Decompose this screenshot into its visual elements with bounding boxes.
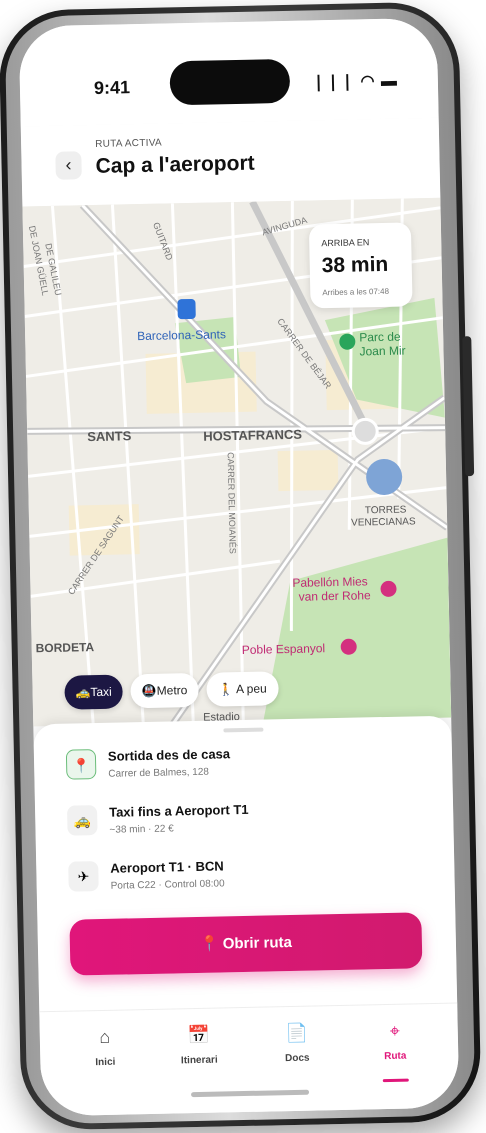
step-subtitle: Porta C22 · Control 08:00 <box>110 878 225 892</box>
map-label-moianes: CARRER DEL MOIANÉS <box>226 452 238 554</box>
tab-label: Ruta <box>384 1050 407 1063</box>
map-pin-icon: 📍 <box>65 749 97 780</box>
back-button[interactable]: ‹ <box>55 151 82 180</box>
tab-label: Itinerari <box>180 1054 218 1067</box>
map-label-pabellon-2[interactable]: van der Rohe <box>299 588 372 604</box>
active-tab-indicator <box>382 1078 409 1083</box>
location-pin-icon: ⌖ <box>389 1020 401 1041</box>
map-label-torres-2: VENECIANAS <box>351 516 416 528</box>
open-route-button[interactable]: 📍 Obrir ruta <box>69 912 423 976</box>
route-header: ‹ RUTA ACTIVA Cap a l'aeroport <box>20 117 441 207</box>
eta-label: ARRIBA EN <box>321 237 370 249</box>
tab-home[interactable]: ⌂ Inici <box>70 1026 141 1068</box>
system-icons: ❘❘❘ ◠ ▬ <box>311 72 399 92</box>
airplane-icon: ✈ <box>68 861 99 892</box>
page-title: Cap a l'aeroport <box>95 151 255 178</box>
dynamic-island <box>169 58 291 106</box>
bottom-tab-bar: ⌂ Inici 📅 Itinerari 📄 Docs ⌖ Ruta <box>39 1002 460 1117</box>
eta-card: ARRIBA EN 38 min Arribes a les 07:48 <box>308 222 413 309</box>
step-subtitle: Carrer de Balmes, 128 <box>108 766 210 780</box>
tab-label: Inici <box>95 1056 116 1069</box>
step-title: Aeroport T1 · BCN <box>110 858 224 876</box>
home-icon: ⌂ <box>99 1026 111 1048</box>
chip-walk[interactable]: 🚶 A peu <box>206 671 279 707</box>
taxi-icon: 🚕 <box>66 805 98 836</box>
chip-taxi[interactable]: 🚕Taxi <box>64 674 123 710</box>
step-subtitle: ~38 min · 22 € <box>109 823 174 836</box>
map-label-bordeta: BORDETA <box>36 640 95 655</box>
header-eyebrow: RUTA ACTIVA <box>95 137 163 150</box>
tab-label: Docs <box>284 1052 310 1065</box>
map-label-station[interactable]: Barcelona-Sants <box>137 327 226 343</box>
step-title: Sortida des de casa <box>107 746 231 764</box>
map-label-park-2[interactable]: Joan Mir <box>359 343 405 358</box>
phone-frame: 9:41 ❘❘❘ ◠ ▬ ‹ RUTA ACTIVA Cap a l'aerop… <box>0 1 482 1131</box>
chip-metro[interactable]: 🚇Metro <box>130 672 199 709</box>
app-screen: 9:41 ❘❘❘ ◠ ▬ ‹ RUTA ACTIVA Cap a l'aerop… <box>18 17 460 1117</box>
map-label-park[interactable]: Parc de <box>359 330 401 345</box>
tab-itinerary[interactable]: 📅 Itinerari <box>164 1024 235 1067</box>
status-time: 9:41 <box>93 77 131 98</box>
status-bar: 9:41 ❘❘❘ ◠ ▬ <box>18 17 439 127</box>
step-taxi[interactable]: 🚕 Taxi fins a Aeroport T1 ~38 min · 22 € <box>66 794 428 848</box>
map-label-hostafrancs: HOSTAFRANCS <box>203 427 302 444</box>
route-map[interactable]: Barcelona-Sants Parc de Joan Mir SANTS H… <box>22 197 452 727</box>
step-title: Taxi fins a Aeroport T1 <box>108 801 249 820</box>
sheet-grabber[interactable] <box>223 727 264 733</box>
map-label-sants: SANTS <box>87 428 132 444</box>
document-icon: 📄 <box>285 1022 309 1044</box>
tab-route[interactable]: ⌖ Ruta <box>360 1020 431 1083</box>
step-start[interactable]: 📍 Sortida des de casa Carrer de Balmes, … <box>65 738 427 792</box>
open-route-label: 📍 Obrir ruta <box>199 933 293 953</box>
eta-arrival: Arribes a les 07:48 <box>322 286 390 298</box>
tab-docs[interactable]: 📄 Docs <box>262 1022 333 1064</box>
eta-value: 38 min <box>321 252 389 278</box>
calendar-icon: 📅 <box>187 1024 211 1046</box>
map-label-torres-1: TORRES <box>365 504 407 516</box>
home-indicator[interactable] <box>191 1089 310 1098</box>
side-button <box>462 336 475 477</box>
map-label-poble[interactable]: Poble Espanyol <box>242 641 326 657</box>
route-sheet: 📍 Sortida des de casa Carrer de Balmes, … <box>33 715 458 1015</box>
step-airport[interactable]: ✈ Aeroport T1 · BCN Porta C22 · Control … <box>68 850 429 904</box>
